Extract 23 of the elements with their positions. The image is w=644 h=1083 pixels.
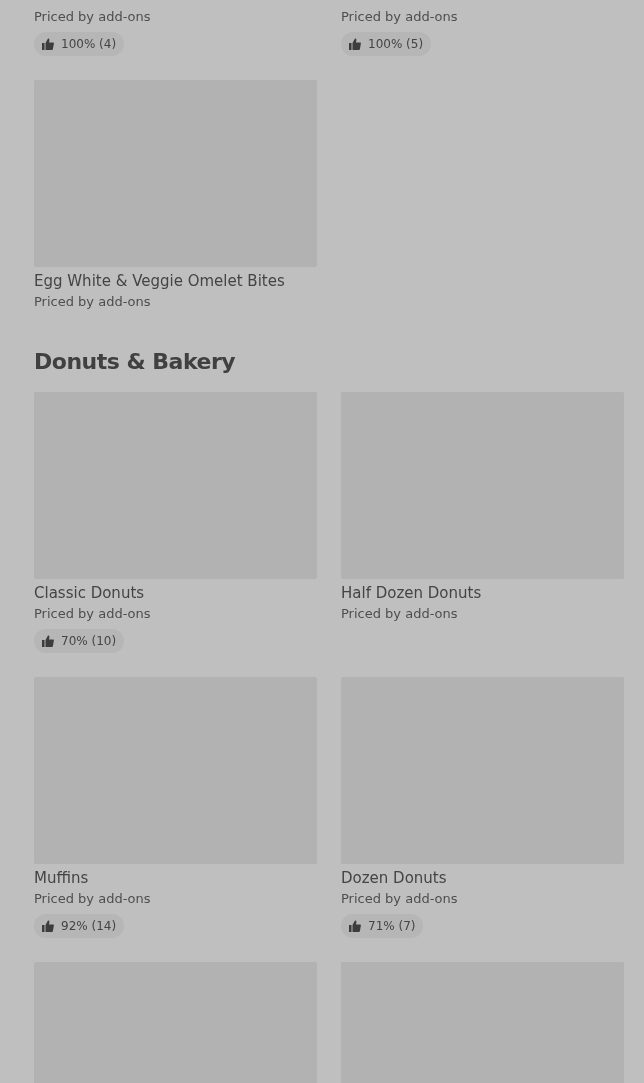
price-note: Priced by add-ons bbox=[341, 8, 458, 26]
thumbs-up-icon bbox=[349, 38, 361, 50]
thumbs-up-icon bbox=[349, 920, 361, 932]
price-note: Priced by add-ons bbox=[34, 8, 151, 26]
rating-text: 71% (7) bbox=[368, 919, 416, 933]
price-note: Priced by add-ons bbox=[341, 605, 458, 623]
rating-text: 92% (14) bbox=[61, 919, 117, 933]
item-name[interactable]: Dozen Donuts bbox=[341, 867, 447, 889]
section-heading: Donuts & Bakery bbox=[34, 348, 237, 376]
rating-text: 100% (5) bbox=[368, 37, 424, 51]
rating-text: 70% (10) bbox=[61, 634, 117, 648]
item-name[interactable]: Egg White & Veggie Omelet Bites bbox=[34, 270, 285, 292]
thumbs-up-icon bbox=[42, 38, 54, 50]
thumbs-up-icon bbox=[42, 635, 54, 647]
price-note: Priced by add-ons bbox=[341, 890, 458, 908]
price-note: Priced by add-ons bbox=[34, 605, 151, 623]
thumbs-up-icon bbox=[42, 920, 54, 932]
price-note: Priced by add-ons bbox=[34, 890, 151, 908]
item-name[interactable]: Classic Donuts bbox=[34, 582, 145, 604]
rating-text: 100% (4) bbox=[61, 37, 117, 51]
price-note: Priced by add-ons bbox=[34, 293, 151, 311]
item-name[interactable]: Muffins bbox=[34, 867, 89, 889]
item-name[interactable]: Half Dozen Donuts bbox=[341, 582, 482, 604]
